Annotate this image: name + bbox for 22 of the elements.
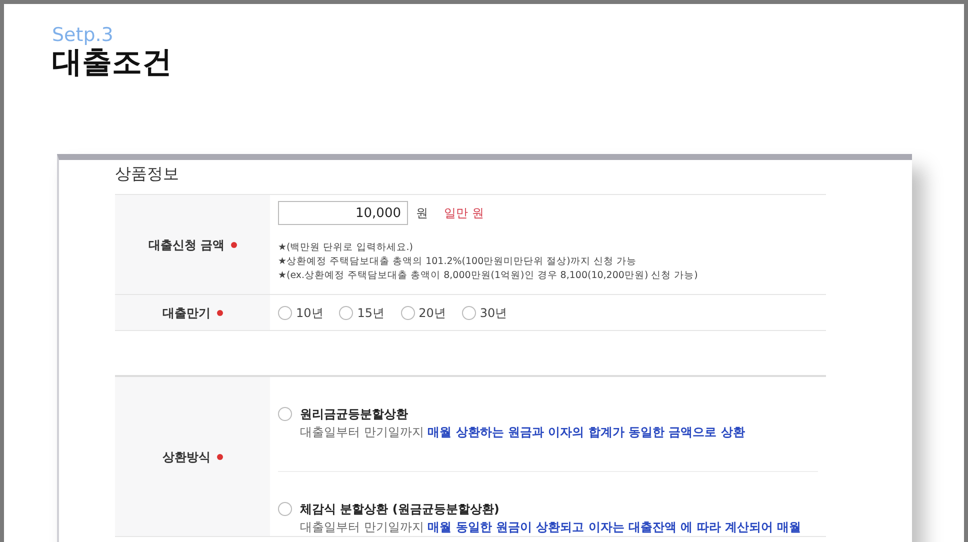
term-radio-option[interactable]: 30년 bbox=[462, 304, 508, 322]
page-title: 대출조건 bbox=[52, 45, 173, 81]
option-description: 대출일부터 만기일까지 매월 상환하는 원금과 이자의 합계가 동일한 금액으로 상환 bbox=[300, 424, 746, 441]
radio-button[interactable] bbox=[278, 407, 292, 421]
note-text: ★(ex.상환예정 주택담보대출 총액이 8,000만원(1억원)인 경우 8,100(10,200만원) 신청 가능) bbox=[278, 268, 699, 282]
section-title: 상품정보 bbox=[115, 163, 180, 185]
option-description: 대출일부터 만기일까지 매월 동일한 원금이 상환되고 이자는 대출잔액 에 따라 계산되어 매월 bbox=[300, 519, 802, 536]
term-radio-option[interactable]: 10년 bbox=[278, 304, 324, 322]
note-text: ★(백만원 단위로 입력하세요.) bbox=[278, 241, 414, 255]
term-radio-option[interactable]: 15년 bbox=[339, 304, 385, 322]
unit-label: 원 bbox=[416, 205, 428, 222]
field-label: 대출만기 bbox=[162, 304, 210, 322]
note-text: ★상환예정 주택담보대출 총액의 101.2%(100만원미만단위 절상)까지 신청 가능 bbox=[278, 254, 638, 269]
radio-button[interactable] bbox=[278, 502, 292, 516]
step-label: Setp.3 bbox=[52, 26, 114, 45]
option-title: 체감식 분할상환 (원금균등분할상환) bbox=[300, 501, 500, 518]
amount-input[interactable]: 10,000 bbox=[278, 201, 408, 225]
field-label: 대출신청 금액 bbox=[148, 236, 225, 254]
option-title: 원리금균등분할상환 bbox=[300, 406, 408, 423]
field-label: 상환방식 bbox=[162, 448, 210, 466]
amount-in-words: 일만 원 bbox=[444, 205, 484, 222]
term-radio-option[interactable]: 20년 bbox=[400, 304, 446, 322]
